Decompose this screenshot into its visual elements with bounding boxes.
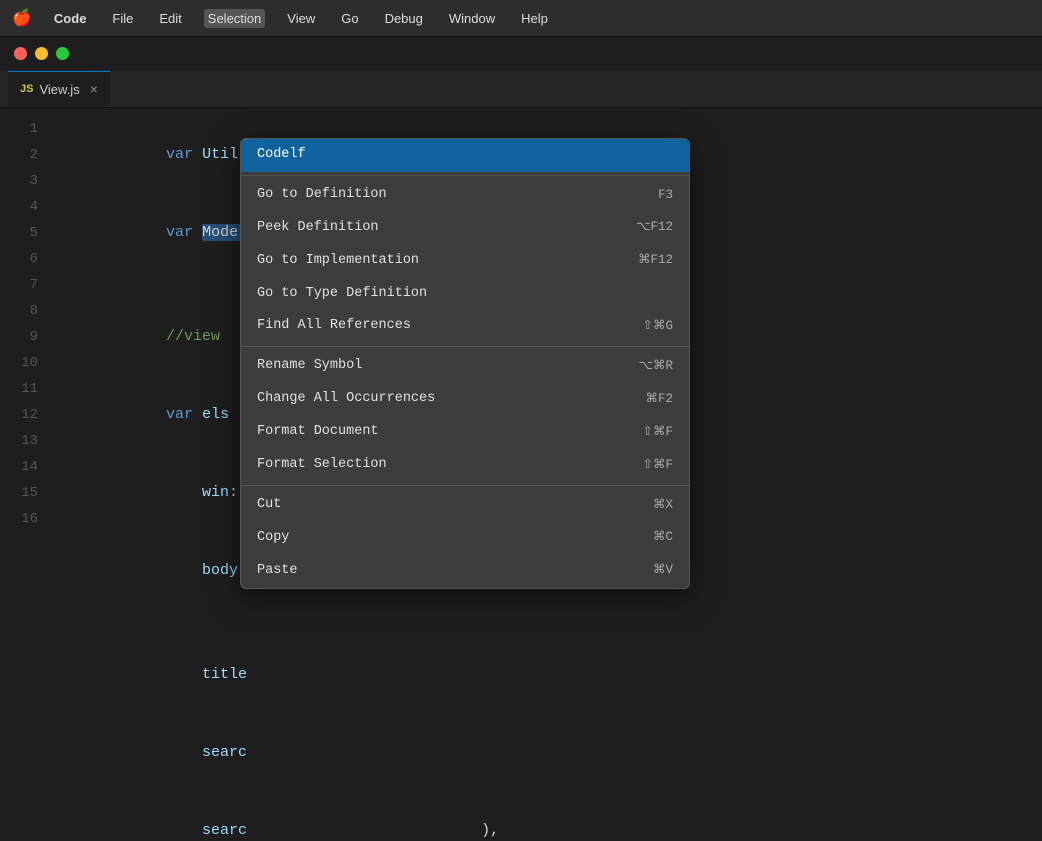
change-all-occurrences-label: Change All Occurrences bbox=[257, 390, 435, 409]
go-to-type-definition-label: Go to Type Definition bbox=[257, 285, 427, 304]
context-menu-rename-symbol[interactable]: Rename Symbol ⌥⌘R bbox=[241, 350, 689, 383]
line-num-9: 9 bbox=[12, 324, 38, 350]
line-num-8: 8 bbox=[12, 298, 38, 324]
go-to-implementation-shortcut: ⌘F12 bbox=[638, 252, 673, 270]
separator-1 bbox=[241, 175, 689, 176]
line-num-13: 13 bbox=[12, 428, 38, 454]
tab-filename: View.js bbox=[39, 82, 79, 97]
code-line-8 bbox=[58, 610, 1042, 636]
code-line-11: searc ), bbox=[58, 792, 1042, 841]
line-num-16: 16 bbox=[12, 506, 38, 532]
menu-file[interactable]: File bbox=[108, 9, 137, 28]
copy-shortcut: ⌘C bbox=[653, 529, 673, 547]
context-menu-paste[interactable]: Paste ⌘V bbox=[241, 555, 689, 588]
window-controls bbox=[0, 37, 1042, 70]
tab-close-icon[interactable]: × bbox=[90, 81, 98, 97]
format-document-shortcut: ⇧⌘F bbox=[643, 424, 673, 442]
code-line-9: title bbox=[58, 636, 1042, 714]
close-button[interactable] bbox=[14, 47, 27, 60]
line-num-6: 6 bbox=[12, 246, 38, 272]
code-line-10: searc bbox=[58, 714, 1042, 792]
paste-label: Paste bbox=[257, 562, 298, 581]
context-menu-codelf[interactable]: Codelf bbox=[241, 139, 689, 172]
peek-definition-shortcut: ⌥F12 bbox=[636, 219, 673, 237]
find-all-references-label: Find All References bbox=[257, 317, 411, 336]
go-to-definition-shortcut: F3 bbox=[658, 187, 673, 205]
line-numbers: 1 2 3 4 5 6 7 8 9 10 11 12 13 14 15 16 bbox=[0, 116, 50, 841]
menu-window[interactable]: Window bbox=[445, 9, 499, 28]
tab-bar: JS View.js × bbox=[0, 70, 1042, 108]
line-num-4: 4 bbox=[12, 194, 38, 220]
menu-edit[interactable]: Edit bbox=[155, 9, 185, 28]
line-num-1: 1 bbox=[12, 116, 38, 142]
line-num-11: 11 bbox=[12, 376, 38, 402]
tab-js-icon: JS bbox=[20, 83, 33, 95]
line-num-3: 3 bbox=[12, 168, 38, 194]
context-menu-format-selection[interactable]: Format Selection ⇧⌘F bbox=[241, 449, 689, 482]
context-menu-cut[interactable]: Cut ⌘X bbox=[241, 489, 689, 522]
codelf-label: Codelf bbox=[257, 146, 306, 165]
context-menu-change-all-occurrences[interactable]: Change All Occurrences ⌘F2 bbox=[241, 383, 689, 416]
context-menu-go-to-definition[interactable]: Go to Definition F3 bbox=[241, 179, 689, 212]
context-menu-go-to-type-definition[interactable]: Go to Type Definition bbox=[241, 278, 689, 311]
tab-viewjs[interactable]: JS View.js × bbox=[8, 71, 110, 106]
line-num-5: 5 bbox=[12, 220, 38, 246]
go-to-definition-label: Go to Definition bbox=[257, 186, 387, 205]
cut-shortcut: ⌘X bbox=[653, 497, 673, 515]
separator-2 bbox=[241, 346, 689, 347]
format-selection-label: Format Selection bbox=[257, 456, 387, 475]
minimize-button[interactable] bbox=[35, 47, 48, 60]
menu-go[interactable]: Go bbox=[337, 9, 362, 28]
format-selection-shortcut: ⇧⌘F bbox=[643, 457, 673, 475]
line-num-7: 7 bbox=[12, 272, 38, 298]
line-num-10: 10 bbox=[12, 350, 38, 376]
separator-3 bbox=[241, 485, 689, 486]
context-menu-copy[interactable]: Copy ⌘C bbox=[241, 522, 689, 555]
editor: 1 2 3 4 5 6 7 8 9 10 11 12 13 14 15 16 v… bbox=[0, 108, 1042, 841]
find-all-references-shortcut: ⇧⌘G bbox=[643, 318, 673, 336]
menu-selection[interactable]: Selection bbox=[204, 9, 265, 28]
copy-label: Copy bbox=[257, 529, 289, 548]
line-num-12: 12 bbox=[12, 402, 38, 428]
change-all-occurrences-shortcut: ⌘F2 bbox=[645, 391, 673, 409]
context-menu-go-to-implementation[interactable]: Go to Implementation ⌘F12 bbox=[241, 245, 689, 278]
rename-symbol-label: Rename Symbol bbox=[257, 357, 362, 376]
line-num-14: 14 bbox=[12, 454, 38, 480]
menu-view[interactable]: View bbox=[283, 9, 319, 28]
menu-bar: 🍎 Code File Edit Selection View Go Debug… bbox=[0, 0, 1042, 37]
context-menu-peek-definition[interactable]: Peek Definition ⌥F12 bbox=[241, 212, 689, 245]
menu-help[interactable]: Help bbox=[517, 9, 552, 28]
go-to-implementation-label: Go to Implementation bbox=[257, 252, 419, 271]
maximize-button[interactable] bbox=[56, 47, 69, 60]
paste-shortcut: ⌘V bbox=[653, 562, 673, 580]
context-menu-format-document[interactable]: Format Document ⇧⌘F bbox=[241, 416, 689, 449]
menu-debug[interactable]: Debug bbox=[381, 9, 427, 28]
context-menu-find-all-references[interactable]: Find All References ⇧⌘G bbox=[241, 310, 689, 343]
rename-symbol-shortcut: ⌥⌘R bbox=[639, 358, 673, 376]
line-num-2: 2 bbox=[12, 142, 38, 168]
apple-menu[interactable]: 🍎 bbox=[12, 8, 32, 28]
cut-label: Cut bbox=[257, 496, 281, 515]
peek-definition-label: Peek Definition bbox=[257, 219, 379, 238]
context-menu: Codelf Go to Definition F3 Peek Definiti… bbox=[240, 138, 690, 589]
line-num-15: 15 bbox=[12, 480, 38, 506]
format-document-label: Format Document bbox=[257, 423, 379, 442]
menu-code[interactable]: Code bbox=[50, 9, 91, 28]
